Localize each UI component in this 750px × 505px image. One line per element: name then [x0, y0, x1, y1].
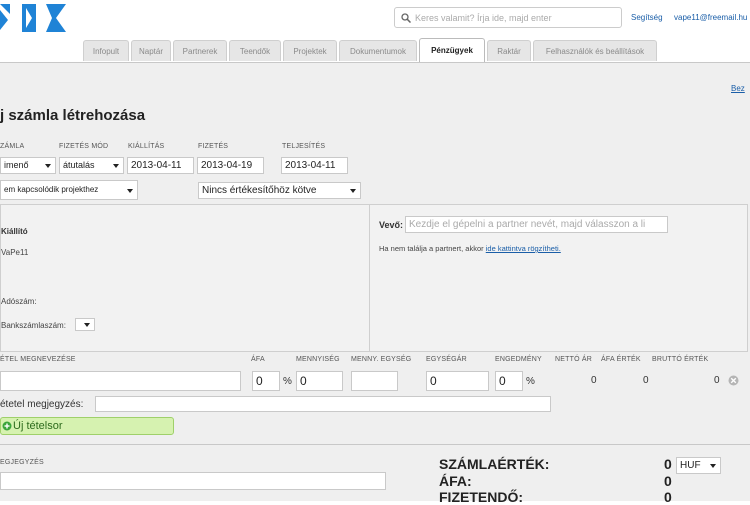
col-vat-value: ÁFA ÉRTÉK — [601, 356, 641, 363]
tab-raktar[interactable]: Raktár — [487, 40, 531, 61]
col-quantity: MENNYISÉG — [296, 356, 340, 363]
add-partner-link[interactable]: ide kattintva rögzítheti. — [486, 244, 561, 253]
help-link[interactable]: Segítség — [631, 13, 663, 22]
vat-total-value: 0 — [664, 473, 672, 489]
issue-date-input[interactable]: 2013-04-11 — [127, 157, 194, 174]
item-net-value: 0 — [591, 375, 597, 386]
chevron-down-icon — [84, 323, 90, 327]
chevron-down-icon — [127, 189, 133, 193]
payment-date-label: FIZETÉS — [198, 143, 229, 150]
invoice-type-value: imenő — [4, 160, 29, 170]
section-divider — [0, 444, 750, 445]
col-discount: ENGEDMÉNY — [495, 356, 542, 363]
item-vat-input[interactable]: 0 — [252, 371, 280, 391]
invoice-type-select[interactable]: imenő — [0, 157, 56, 174]
payment-method-value: átutalás — [63, 160, 95, 170]
row-note-input[interactable] — [95, 396, 551, 412]
buyer-label: Vevő: — [379, 220, 404, 230]
project-select-value: em kapcsolódik projekthez — [4, 185, 99, 194]
buyer-not-found-prefix: Ha nem találja a partnert, akkor — [379, 244, 484, 253]
chevron-down-icon — [710, 464, 716, 468]
sales-rep-select[interactable]: Nincs értékesítőhöz kötve — [198, 182, 361, 199]
payable-value: 0 — [664, 489, 672, 505]
currency-select[interactable]: HUF — [676, 457, 721, 474]
col-vat: ÁFA — [251, 356, 265, 363]
tax-number-label: Adószám: — [1, 297, 37, 306]
issuer-name: VaPe11 — [1, 248, 29, 257]
page-title: j számla létrehozása — [0, 107, 146, 124]
col-gross: BRUTTÓ ÉRTÉK — [652, 356, 709, 363]
payment-method-select[interactable]: átutalás — [59, 157, 124, 174]
app-header: Segítség vape11@freemail.hu Infopult Nap… — [0, 0, 750, 62]
vat-total-label: ÁFA: — [439, 473, 472, 489]
tab-dokumentumok[interactable]: Dokumentumok — [339, 40, 417, 61]
col-net: NETTÓ ÁR — [555, 356, 592, 363]
plus-icon — [2, 421, 12, 431]
buyer-not-found-text: Ha nem találja a partnert, akkor ide kat… — [379, 244, 561, 253]
notes-label: EGJEGYZÉS — [0, 459, 44, 466]
search-icon — [401, 13, 411, 23]
payable-label: FIZETENDŐ: — [439, 489, 523, 505]
chevron-down-icon — [350, 189, 356, 193]
vat-percent-sign: % — [283, 376, 292, 387]
item-unit-price-input[interactable]: 0 — [426, 371, 489, 391]
tab-teendok[interactable]: Teendők — [229, 40, 281, 61]
bank-account-label: Bankszámlaszám: — [1, 321, 66, 330]
payment-date-input[interactable]: 2013-04-19 — [197, 157, 264, 174]
fulfillment-date-input[interactable]: 2013-04-11 — [281, 157, 348, 174]
logo-icon — [0, 4, 66, 32]
invoice-type-label: ZÁMLA — [0, 143, 25, 150]
parties-panel: Kiállító VaPe11 Adószám: Bankszámlaszám:… — [0, 204, 748, 352]
chevron-down-icon — [45, 164, 51, 168]
item-discount-input[interactable]: 0 — [495, 371, 523, 391]
main-content: Bez j számla létrehozása ZÁMLA FIZETÉS M… — [0, 62, 750, 505]
item-name-input[interactable] — [0, 371, 241, 391]
currency-value: HUF — [680, 460, 701, 471]
item-unit-input[interactable] — [351, 371, 398, 391]
tab-felhasznalok[interactable]: Felhasználók és beállítások — [533, 40, 657, 61]
panel-divider — [369, 205, 370, 351]
total-value: 0 — [664, 456, 672, 472]
col-unit-price: EGYSÉGÁR — [426, 356, 467, 363]
buyer-search-input[interactable]: Kezdje el gépelni a partner nevét, majd … — [405, 216, 668, 233]
tab-penzugyek[interactable]: Pénzügyek — [419, 38, 485, 62]
user-email-link[interactable]: vape11@freemail.hu — [674, 13, 747, 22]
discount-percent-sign: % — [526, 376, 535, 387]
total-label: SZÁMLAÉRTÉK: — [439, 456, 550, 472]
remove-row-icon[interactable] — [728, 375, 739, 386]
bank-account-select[interactable] — [75, 318, 95, 331]
payment-method-label: FIZETÉS MÓD — [59, 143, 109, 150]
tab-infopult[interactable]: Infopult — [83, 40, 129, 61]
notes-input[interactable] — [0, 472, 386, 490]
tab-projektek[interactable]: Projektek — [283, 40, 337, 61]
tab-naptar[interactable]: Naptár — [131, 40, 171, 61]
chevron-down-icon — [113, 164, 119, 168]
fulfillment-date-label: TELJESÍTÉS — [282, 143, 326, 150]
row-note-label: étetel megjegyzés: — [0, 399, 84, 410]
col-item-name: ÉTEL MEGNEVEZÉSE — [0, 356, 76, 363]
search-input[interactable] — [415, 10, 615, 25]
tab-partnerek[interactable]: Partnerek — [173, 40, 227, 61]
item-vat-amount: 0 — [643, 375, 649, 386]
col-unit: MENNY. EGYSÉG — [351, 356, 412, 363]
item-quantity-input[interactable]: 0 — [296, 371, 343, 391]
issuer-label: Kiállító — [1, 227, 28, 236]
issue-date-label: KIÁLLÍTÁS — [128, 143, 165, 150]
add-row-button[interactable]: Új tételsor — [0, 417, 174, 435]
add-row-label: Új tételsor — [13, 420, 63, 432]
project-select[interactable]: em kapcsolódik projekthez — [0, 180, 138, 200]
item-gross-value: 0 — [714, 375, 720, 386]
close-link[interactable]: Bez — [731, 84, 745, 93]
sales-rep-select-value: Nincs értékesítőhöz kötve — [202, 185, 317, 196]
app-logo[interactable] — [0, 0, 72, 36]
search-box — [394, 7, 622, 28]
